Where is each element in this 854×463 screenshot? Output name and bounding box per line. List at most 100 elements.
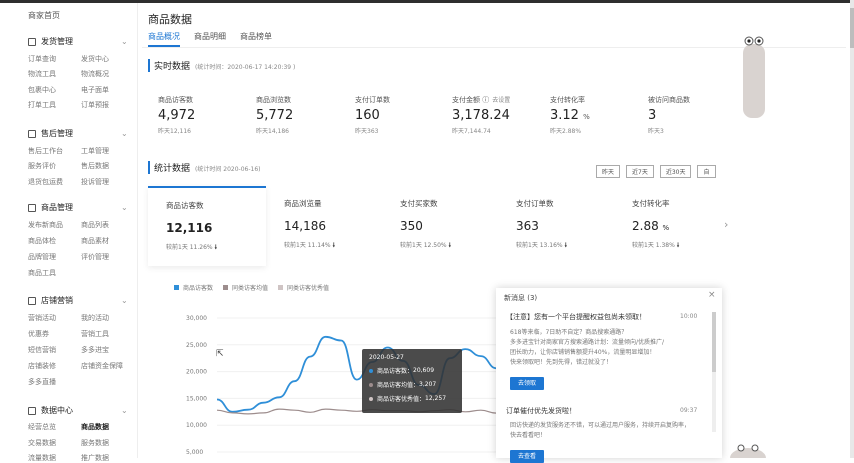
arrow-down-icon: 🠗: [676, 242, 680, 249]
page-scrollbar[interactable]: [850, 0, 854, 458]
chevron-down-icon: ⌄: [121, 296, 128, 305]
sidebar-item[interactable]: 商品体检: [28, 236, 56, 246]
sidebar-item[interactable]: 店铺资金保障: [81, 361, 123, 371]
sidebar-item[interactable]: 多多直播: [28, 377, 56, 387]
notification-time: 10:00: [680, 313, 698, 320]
arrow-down-icon: 🠗: [214, 244, 218, 251]
sidebar-item[interactable]: 服务评价: [28, 161, 56, 171]
stat-card[interactable]: 支付转化率 2.88 % 较前1天 1.38% 🠗: [632, 186, 750, 266]
sidebar-item[interactable]: 发货中心: [81, 54, 109, 64]
view-button[interactable]: 去查看: [510, 450, 544, 463]
notification-title: 新消息 (3): [504, 294, 538, 302]
sidebar-item[interactable]: 售后工作台: [28, 146, 63, 156]
legend-swatch: [278, 285, 284, 290]
sidebar-item[interactable]: 品牌管理: [28, 252, 56, 262]
realtime-metric: 商品访客数 4,972 昨天12,116: [158, 96, 196, 135]
close-icon[interactable]: ×: [708, 290, 716, 300]
sidebar-item[interactable]: 我的活动: [81, 313, 109, 323]
sidebar-item[interactable]: 优惠券: [28, 329, 49, 339]
sidebar-item[interactable]: 物流概况: [81, 69, 109, 79]
notification-item-title[interactable]: 订单催付优先发货啦！: [506, 406, 576, 416]
sidebar-item[interactable]: 短信营销: [28, 345, 56, 355]
y-tick-label: 5,000: [186, 449, 203, 456]
stat-card-active[interactable]: 商品访客数 12,116 较前1天 11.26% 🠗: [148, 186, 266, 266]
sidebar-item[interactable]: 经营总览: [28, 422, 56, 432]
box-icon: [28, 203, 36, 212]
arrow-down-icon: 🠗: [332, 242, 336, 249]
sidebar-item[interactable]: 商品工具: [28, 268, 56, 278]
sidebar-item[interactable]: 营销工具: [81, 329, 109, 339]
period-yesterday-button[interactable]: 昨天: [596, 165, 621, 178]
notification-body: 回访快递的发货服务还不错，可以通过用户服务，持续开启复购率， 快去看看吧！: [510, 422, 691, 439]
sidebar-item[interactable]: 营销活动: [28, 313, 56, 323]
notification-item-title[interactable]: 【注意】您有一个平台提醒权益包尚未领取！: [506, 312, 646, 322]
tab-detail[interactable]: 商品明细: [194, 31, 226, 47]
stat-card[interactable]: 商品浏览量 14,186 较前1天 11.14% 🠗: [284, 186, 402, 266]
mascot-illustration: [730, 444, 766, 458]
stat-card[interactable]: 支付买家数 350 较前1天 12.50% 🠗: [400, 186, 518, 266]
sidebar-item[interactable]: 多多进宝: [81, 345, 109, 355]
shop-icon: [28, 296, 36, 305]
legend-swatch: [174, 285, 179, 290]
page-scrollbar-thumb[interactable]: [850, 8, 854, 48]
sidebar-item[interactable]: 退货包运费: [28, 177, 63, 187]
sidebar-section-marketing[interactable]: 店铺营销 ⌄: [28, 295, 128, 306]
realtime-metric: 被访问商品数 3 昨天3: [648, 96, 690, 135]
sidebar-item[interactable]: 推广数据: [81, 453, 109, 463]
chevron-down-icon: ⌄: [121, 203, 128, 212]
chevron-down-icon: ⌄: [121, 406, 128, 415]
sidebar-item[interactable]: 电子面单: [81, 85, 109, 95]
sidebar-item[interactable]: 店铺装修: [28, 361, 56, 371]
sidebar-item[interactable]: 交易数据: [28, 438, 56, 448]
period-custom-button[interactable]: 自: [697, 165, 716, 178]
sidebar-item[interactable]: 订单预报: [81, 100, 109, 110]
legend-item[interactable]: 同类访客均值: [223, 283, 268, 292]
sidebar-item[interactable]: 商品列表: [81, 220, 109, 230]
sidebar-item[interactable]: 订单查询: [28, 54, 56, 64]
sidebar-item[interactable]: 售后数据: [81, 161, 109, 171]
chevron-right-icon[interactable]: ›: [724, 218, 728, 231]
sidebar-item[interactable]: 商品素材: [81, 236, 109, 246]
sidebar-item[interactable]: 包裹中心: [28, 85, 56, 95]
claim-button[interactable]: 去领取: [510, 377, 544, 390]
sidebar-section-data-center[interactable]: 数据中心 ⌄: [28, 405, 128, 416]
sidebar-item[interactable]: 工单管理: [81, 146, 109, 156]
tab-overview[interactable]: 商品概况: [148, 31, 180, 47]
realtime-metric: 支付转化率 3.12 % 昨天2.88%: [550, 96, 590, 135]
sidebar-section-aftersales[interactable]: 售后管理 ⌄: [28, 128, 128, 139]
period-30d-button[interactable]: 近30天: [659, 165, 692, 178]
service-icon: [28, 129, 36, 138]
sidebar-item[interactable]: 流量数据: [28, 453, 56, 463]
sidebar-item[interactable]: 评价管理: [81, 252, 109, 262]
notification-scrollbar-thumb[interactable]: [712, 312, 716, 372]
period-selector: 昨天 近7天 近30天 自: [596, 165, 716, 178]
tab-bar: 商品概况 商品明细 商品榜单: [148, 31, 272, 47]
sidebar-item[interactable]: 打单工具: [28, 100, 56, 110]
period-7d-button[interactable]: 近7天: [626, 165, 654, 178]
stat-card[interactable]: 支付订单数 363 较前1天 13.16% 🠗: [516, 186, 634, 266]
y-tick-label: 25,000: [186, 342, 207, 349]
notification-scrollbar[interactable]: [712, 312, 716, 432]
mascot-illustration: [743, 36, 765, 118]
chart-legend: 商品访客数 同类访客均值 同类访客优秀值: [174, 283, 329, 292]
truck-icon: [28, 37, 36, 46]
sidebar-item-active[interactable]: 商品数据: [81, 422, 109, 432]
settings-link[interactable]: 去设置: [492, 97, 510, 104]
legend-item[interactable]: 商品访客数: [174, 283, 213, 292]
sidebar: 商家首页 发货管理 ⌄ 订单查询 发货中心 物流工具 物流概况 包裹中心 电子面…: [0, 3, 138, 462]
chart-tooltip: 2020-05-27 商品访客数： 20,609 商品访客均值： 3,207 商品访…: [362, 349, 462, 413]
sidebar-home-link[interactable]: 商家首页: [28, 10, 60, 21]
tooltip-dot: [369, 382, 373, 387]
sidebar-section-products[interactable]: 商品管理 ⌄: [28, 202, 128, 213]
sidebar-item[interactable]: 物流工具: [28, 69, 56, 79]
chevron-down-icon: ⌄: [121, 129, 128, 138]
sidebar-section-shipping[interactable]: 发货管理 ⌄: [28, 36, 128, 47]
sidebar-item[interactable]: 发布新商品: [28, 220, 63, 230]
tooltip-dot: [369, 368, 373, 373]
legend-item[interactable]: 同类访客优秀值: [278, 283, 329, 292]
legend-swatch: [223, 285, 229, 290]
y-tick-label: 15,000: [186, 395, 207, 402]
tab-ranking[interactable]: 商品榜单: [240, 31, 272, 47]
sidebar-item[interactable]: 投诉管理: [81, 177, 109, 187]
sidebar-item[interactable]: 服务数据: [81, 438, 109, 448]
